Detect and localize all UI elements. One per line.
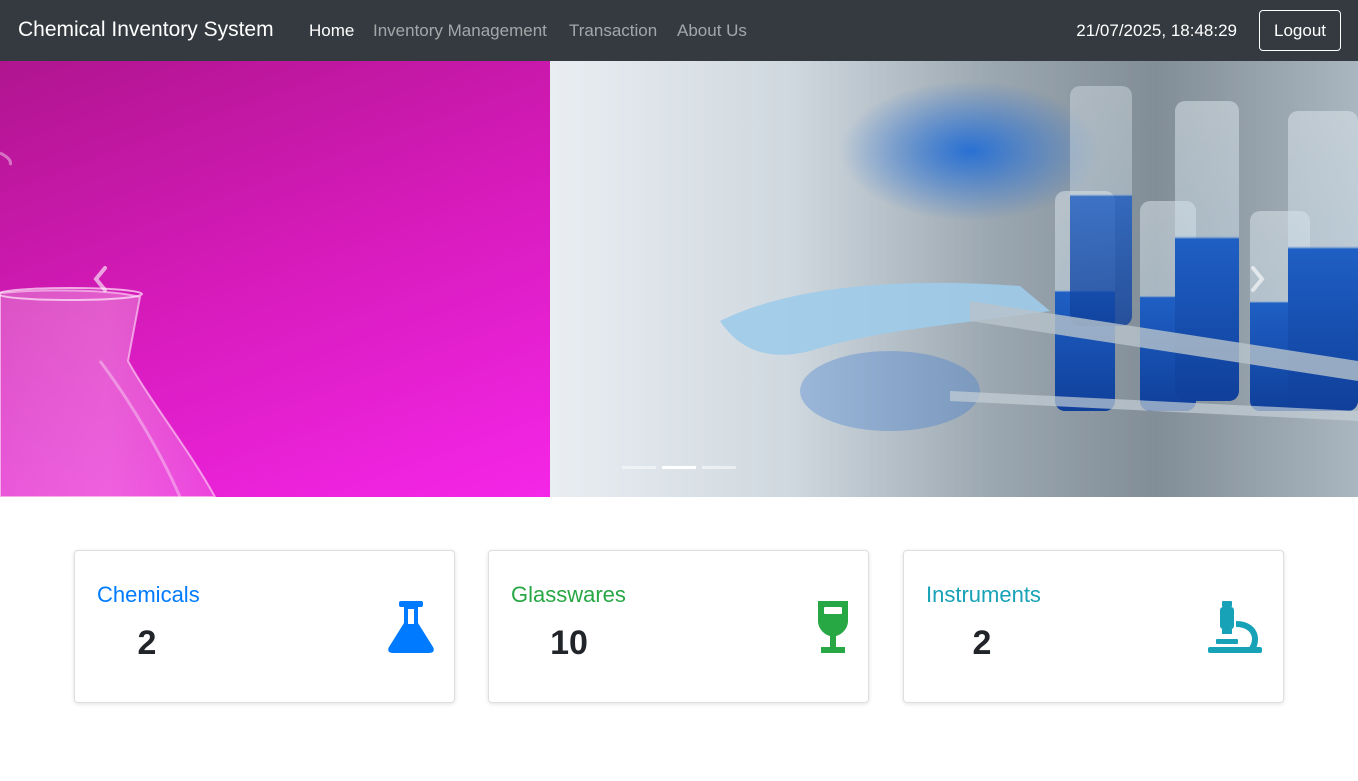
carousel-indicator-2[interactable]	[662, 466, 696, 469]
stat-card-glasswares[interactable]: Glasswares 10	[488, 550, 869, 703]
image-carousel	[0, 61, 1358, 497]
chevron-right-icon	[1251, 266, 1265, 292]
logout-button[interactable]: Logout	[1259, 10, 1341, 51]
stat-card-instruments[interactable]: Instruments 2	[903, 550, 1284, 703]
carousel-prev-button[interactable]	[0, 61, 200, 497]
nav-item-home[interactable]: Home	[309, 21, 354, 41]
stat-card-count: 2	[972, 624, 992, 662]
stat-card-chemicals[interactable]: Chemicals 2	[74, 550, 455, 703]
nav-item-transaction[interactable]: Transaction	[569, 21, 657, 41]
carousel-indicator-1[interactable]	[622, 466, 656, 469]
stat-card-title: Glasswares	[511, 582, 626, 607]
navbar: Chemical Inventory System Home Inventory…	[0, 0, 1358, 61]
carousel-next-button[interactable]	[1158, 61, 1358, 497]
carousel-indicators	[622, 466, 736, 469]
wine-glass-icon	[818, 601, 848, 653]
brand-title[interactable]: Chemical Inventory System	[18, 17, 274, 43]
datetime-display: 21/07/2025, 18:48:29	[1076, 21, 1237, 40]
carousel-indicator-3[interactable]	[702, 466, 736, 469]
microscope-icon	[1208, 601, 1262, 653]
stat-card-title: Chemicals	[97, 582, 200, 607]
flask-icon	[388, 601, 434, 653]
nav-item-about-us[interactable]: About Us	[677, 21, 747, 41]
stat-card-title: Instruments	[926, 582, 1041, 607]
stat-card-count: 10	[550, 624, 588, 662]
chevron-left-icon	[93, 266, 107, 292]
nav-item-inventory-management[interactable]: Inventory Management	[373, 21, 547, 41]
stat-card-count: 2	[137, 624, 157, 662]
